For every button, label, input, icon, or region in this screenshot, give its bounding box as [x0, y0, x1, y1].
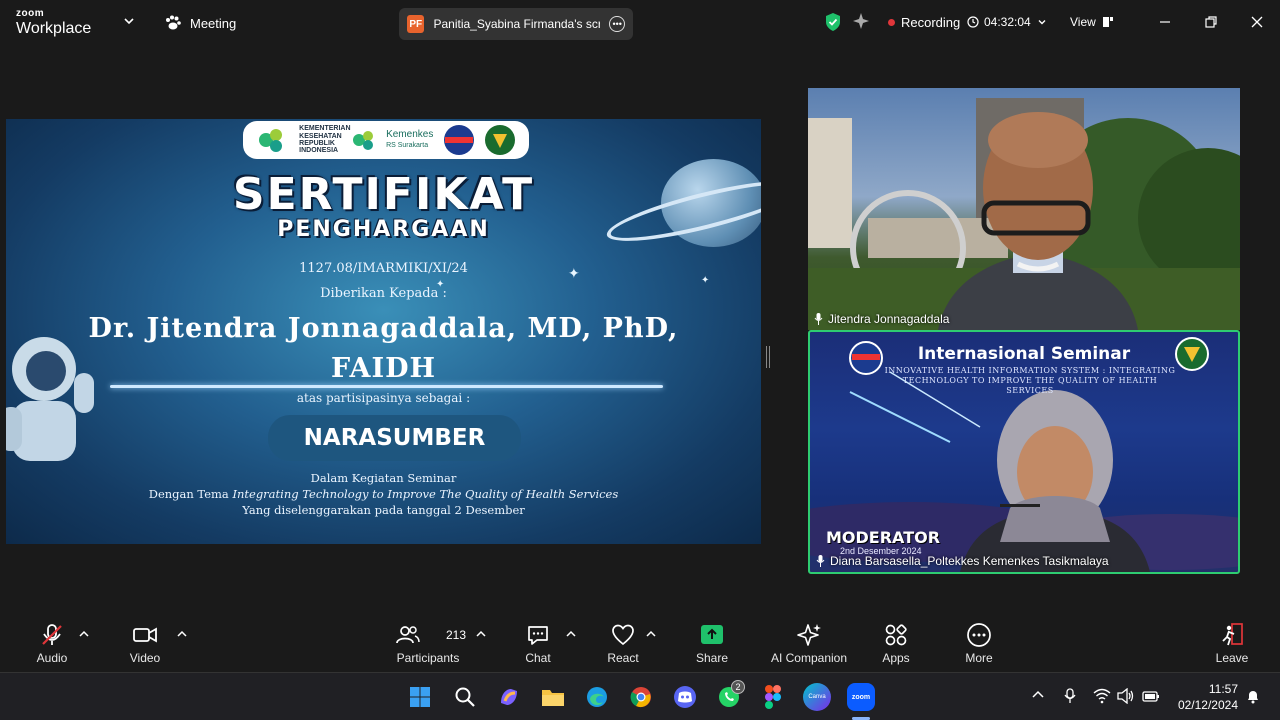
- meeting-stage: ✦ ✦ ✦ KEMENTERIAN KESEHATAN REPUBLIK IND…: [0, 46, 1280, 612]
- search-icon[interactable]: [451, 683, 479, 711]
- share-screen-icon: [701, 625, 723, 644]
- chrome-browser-icon[interactable]: [627, 683, 655, 711]
- moderator-label: MODERATOR: [826, 528, 941, 547]
- participant-video: [808, 98, 1240, 330]
- chevron-down-icon[interactable]: [122, 14, 136, 28]
- wifi-icon[interactable]: [1093, 688, 1111, 704]
- poltekkes-logo-icon: [485, 125, 516, 155]
- video-camera-icon: [133, 627, 157, 643]
- video-button[interactable]: Video: [105, 622, 185, 665]
- shared-screen[interactable]: ✦ ✦ ✦ KEMENTERIAN KESEHATAN REPUBLIK IND…: [6, 119, 761, 544]
- speaker-icon[interactable]: [1117, 688, 1135, 704]
- seminar-subtitle: INNOVATIVE HEALTH INFORMATION SYSTEM : I…: [884, 366, 1176, 395]
- certificate-title: SERTIFIKAT: [232, 169, 535, 220]
- held-on-label: Yang diselenggarakan pada tanggal 2 Dese…: [242, 503, 525, 517]
- apps-button[interactable]: Apps: [856, 622, 936, 665]
- clock-icon: [967, 16, 979, 28]
- participants-icon: [396, 626, 420, 644]
- chevron-up-icon[interactable]: [177, 630, 187, 638]
- zoom-app-icon[interactable]: zoom: [847, 683, 875, 711]
- restore-icon[interactable]: [1201, 12, 1221, 32]
- splitter-handle[interactable]: [766, 346, 770, 368]
- chevron-up-icon[interactable]: [1031, 688, 1045, 702]
- meeting-button[interactable]: Meeting: [164, 15, 236, 31]
- discord-icon[interactable]: [671, 683, 699, 711]
- screen-share-indicator[interactable]: PF Panitia_Syabina Firmanda's screen •••: [399, 8, 633, 40]
- record-dot-icon: [888, 19, 895, 26]
- meeting-timer[interactable]: 04:32:04: [967, 15, 1048, 29]
- react-button[interactable]: React: [583, 622, 663, 665]
- seminar-title: Internasional Seminar: [917, 344, 1131, 364]
- sharer-avatar: PF: [407, 15, 425, 33]
- share-button[interactable]: Share: [672, 622, 752, 665]
- chat-button[interactable]: Chat: [498, 622, 578, 665]
- chat-icon: [528, 626, 548, 645]
- activity-label: Dalam Kegiatan Seminar: [310, 471, 457, 485]
- kemenkes-logo-icon: [352, 131, 373, 150]
- audio-button[interactable]: Audio: [12, 622, 92, 665]
- view-layout-icon: [1102, 17, 1113, 27]
- chevron-up-icon[interactable]: [646, 630, 656, 638]
- windows-start-icon[interactable]: [406, 683, 434, 711]
- kemenkes-logo-icon: [258, 129, 282, 152]
- battery-icon[interactable]: [1142, 688, 1160, 704]
- copilot-icon[interactable]: [495, 683, 523, 711]
- ai-sparkle-icon: [797, 624, 821, 646]
- divider-line: [110, 385, 663, 388]
- meeting-toolbar: Audio Video Participants 213 Chat React …: [0, 612, 1280, 672]
- more-button[interactable]: More: [939, 622, 1019, 665]
- minimize-icon[interactable]: [1155, 12, 1175, 32]
- encryption-shield-icon[interactable]: [824, 12, 842, 32]
- title-bar: zoom Workplace Meeting PF Panitia_Syabin…: [0, 0, 1280, 46]
- canva-icon[interactable]: Canva: [803, 683, 831, 711]
- ai-sparkle-icon[interactable]: [852, 12, 870, 30]
- participant-count: 213: [446, 628, 467, 642]
- file-explorer-icon[interactable]: [539, 683, 567, 711]
- muted-mic-icon: [42, 624, 62, 645]
- more-options-icon[interactable]: •••: [609, 16, 625, 32]
- zoom-logo: zoom Workplace: [16, 8, 92, 37]
- muted-mic-icon: [814, 313, 823, 325]
- chevron-up-icon[interactable]: [566, 630, 576, 638]
- chevron-up-icon[interactable]: [79, 630, 89, 638]
- edge-browser-icon[interactable]: [583, 683, 611, 711]
- video-tile[interactable]: Jitendra Jonnagaddala: [808, 88, 1240, 330]
- video-tile-active[interactable]: Internasional Seminar INNOVATIVE HEALTH …: [808, 330, 1240, 574]
- sponsor-logos: KEMENTERIAN KESEHATAN REPUBLIK INDONESIA…: [243, 121, 529, 159]
- chevron-up-icon[interactable]: [476, 630, 486, 638]
- chevron-down-icon: [1038, 20, 1046, 25]
- participant-name: Jitendra Jonnagaddala: [814, 312, 949, 326]
- optimiki-logo-icon: [443, 125, 474, 155]
- role-badge: NARASUMBER: [268, 415, 521, 461]
- recording-indicator[interactable]: Recording: [888, 15, 960, 30]
- notification-bell-icon[interactable]: [1245, 688, 1261, 704]
- ai-companion-button[interactable]: AI Companion: [764, 622, 854, 665]
- certificate-number: 1127.08/IMARMIKI/XI/24: [299, 261, 468, 276]
- more-options-icon: [967, 623, 991, 647]
- leave-icon: [1222, 623, 1243, 646]
- paw-icon: [166, 15, 181, 30]
- heart-icon: [612, 624, 634, 646]
- sharer-label: Panitia_Syabina Firmanda's screen: [433, 17, 601, 31]
- system-clock[interactable]: 11:57 02/12/2024: [1172, 681, 1238, 713]
- view-button[interactable]: View: [1070, 15, 1114, 29]
- windows-taskbar: 2 Canva zoom 11:57 02/12/2024: [0, 672, 1280, 720]
- star-icon: ✦: [701, 275, 710, 286]
- leave-button[interactable]: Leave: [1192, 622, 1272, 665]
- recipient-name: Dr. Jitendra Jonnagaddala, MD, PhD, FAID…: [88, 313, 679, 384]
- given-to-label: Diberikan Kepada :: [320, 286, 447, 301]
- mic-icon: [816, 555, 825, 567]
- figma-icon[interactable]: [759, 683, 787, 711]
- participation-label: atas partisipasinya sebagai :: [296, 391, 471, 405]
- notification-badge: 2: [731, 680, 745, 694]
- theme-line: Dengan Tema Integrating Technology to Im…: [148, 487, 619, 501]
- apps-icon: [885, 624, 907, 646]
- participant-name: Diana Barsasella_Poltekkes Kemenkes Tasi…: [816, 554, 1109, 568]
- microphone-icon[interactable]: [1063, 688, 1077, 704]
- close-icon[interactable]: [1247, 12, 1267, 32]
- certificate-subtitle: PENGHARGAAN: [277, 217, 490, 242]
